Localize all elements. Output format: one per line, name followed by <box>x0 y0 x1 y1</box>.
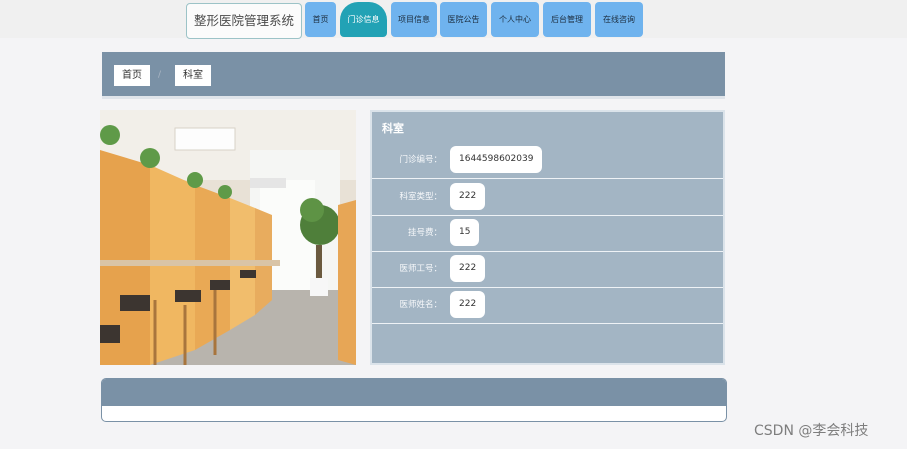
nav-online-consult[interactable]: 在线咨询 <box>595 2 643 37</box>
field-row: 科室类型： 222 <box>372 179 723 216</box>
bottom-section <box>101 378 727 422</box>
nav-announcements[interactable]: 医院公告 <box>440 2 487 37</box>
department-photo <box>100 110 356 365</box>
nav-home[interactable]: 首页 <box>305 2 336 37</box>
nav-project-info[interactable]: 项目信息 <box>391 2 437 37</box>
field-label: 医师姓名： <box>399 300 442 310</box>
department-detail-panel: 科室 门诊编号： 1644598602039 科室类型： 222 挂号费： 15… <box>370 110 725 365</box>
field-label: 科室类型： <box>399 192 442 202</box>
breadcrumb-separator: / <box>158 70 162 80</box>
breadcrumb-home[interactable]: 首页 <box>114 65 150 86</box>
top-bar: 整形医院管理系统 首页 门诊信息 项目信息 医院公告 个人中心 后台管理 在线咨… <box>0 0 907 39</box>
panel-title: 科室 <box>382 122 404 135</box>
nav-clinic-info[interactable]: 门诊信息 <box>340 2 387 37</box>
field-value: 222 <box>450 291 486 318</box>
field-label: 门诊编号： <box>399 155 442 165</box>
field-value: 1644598602039 <box>450 146 543 173</box>
breadcrumb-current: 科室 <box>175 65 211 86</box>
field-row: 医师姓名： 222 <box>372 287 723 324</box>
field-label: 医师工号： <box>399 264 442 274</box>
breadcrumb: 首页 / 科室 <box>102 52 725 99</box>
site-title: 整形医院管理系统 <box>186 3 302 39</box>
field-value: 15 <box>450 219 480 246</box>
nav-personal-center[interactable]: 个人中心 <box>491 2 539 37</box>
field-row: 挂号费： 15 <box>372 215 723 252</box>
nav-admin[interactable]: 后台管理 <box>543 2 591 37</box>
bottom-section-header <box>102 379 726 406</box>
field-row: 门诊编号： 1644598602039 <box>372 142 723 179</box>
field-label: 挂号费： <box>407 228 442 238</box>
field-value: 222 <box>450 183 486 210</box>
field-row: 医师工号： 222 <box>372 251 723 288</box>
field-value: 222 <box>450 255 486 282</box>
watermark: CSDN @李会科技 <box>754 423 869 439</box>
